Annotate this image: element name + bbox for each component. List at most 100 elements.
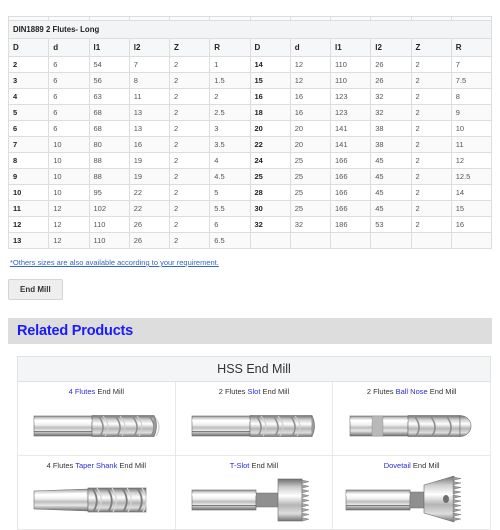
spec-cell: 6 [209,216,251,233]
dovetail-cutter-image[interactable] [335,471,488,527]
spec-cell: 5 [7,104,50,121]
four-flute-endmill-image[interactable] [20,397,173,453]
tag-end-mill-button[interactable]: End Mill [8,279,63,300]
spec-cell: 2 [410,136,452,153]
spec-cell: 8 [450,88,493,105]
spec-cell: 9 [450,104,493,121]
spec-cell: 16 [289,88,332,105]
product-label-link[interactable]: Slot [248,387,261,396]
spec-cell: 13 [128,120,171,137]
spec-cell: 6 [48,104,90,121]
product-cell[interactable]: T-Slot End Mill [174,455,334,530]
spec-cell: 3 [209,120,251,137]
spec-col-header-0: D [7,38,50,57]
spec-col-header-6: D [249,38,291,57]
spec-cell: 2 [168,120,211,137]
spec-cell: 14 [249,56,291,73]
page-root: DIN1889 2 Flutes- Long Dd l1 l2 Z R Dd l1 l2 Z R … [0,0,500,530]
spec-cell: 2 [168,136,211,153]
product-cell[interactable]: 4 Flutes Taper Shank End Mill [17,455,176,530]
product-label-link[interactable]: 4 Flutes [69,387,96,396]
spec-cell: 68 [88,104,130,121]
spec-cell: 25 [249,168,291,185]
spec-cell: 12 [48,232,90,249]
spec-cell: 9 [7,168,50,185]
related-products-table: HSS End Mill 4 Flutes End Mill 2 Flutes S… [17,356,491,530]
product-cell[interactable]: 2 Flutes Ball Nose End Mill [332,381,491,456]
product-label[interactable]: 4 Flutes End Mill [20,386,173,397]
product-cell[interactable]: 2 Flutes Slot End Mill [174,381,334,456]
product-cell[interactable]: Dovetail End Mill [332,455,491,530]
spec-cell: 2 [410,72,452,89]
spec-cell: 13 [7,232,50,249]
taper-shank-endmill-image[interactable] [20,471,173,527]
product-cell[interactable]: 4 Flutes End Mill [17,381,176,456]
product-label-link[interactable]: T-Slot [230,461,250,470]
product-row-2: 4 Flutes Taper Shank End Mill T-Slot End … [17,455,491,530]
spec-cell: 53 [370,216,412,233]
spec-cell: 166 [329,184,372,201]
spec-cell: 3.5 [209,136,251,153]
spec-cell: 2 [168,184,211,201]
product-label[interactable]: T-Slot End Mill [178,460,331,471]
spec-cell: 141 [329,136,372,153]
spec-cell: 45 [370,184,412,201]
spec-table-row: 3 6 56 8 2 1.5 15 12 110 26 2 7.5 [7,72,493,89]
product-label-link[interactable]: Taper Shank [75,461,117,470]
spec-cell: 2 [410,200,452,217]
spec-table-body: DIN1889 2 Flutes- Long Dd l1 l2 Z R Dd l1 l2 Z R … [7,16,493,249]
product-label[interactable]: 4 Flutes Taper Shank End Mill [20,460,173,471]
spec-cell: 4.5 [209,168,251,185]
spec-cell: 88 [88,152,130,169]
spec-cell: 26 [128,216,171,233]
spec-cell: 15 [249,72,291,89]
spec-cell: 110 [329,72,372,89]
product-label[interactable]: 2 Flutes Ball Nose End Mill [335,386,488,397]
two-flute-slot-endmill-image[interactable] [178,397,331,453]
product-label[interactable]: 2 Flutes Slot End Mill [178,386,331,397]
product-label-link[interactable]: Dovetail [384,461,411,470]
spec-cell: 15 [450,200,493,217]
spec-cell: 22 [128,200,171,217]
spec-cell: 10 [48,152,90,169]
spec-cell: 38 [370,136,412,153]
spec-cell: 2 [7,56,50,73]
spec-cell: 68 [88,120,130,137]
spec-cell: 2 [410,152,452,169]
spec-col-header-2: l1 [88,38,130,57]
spec-cell: 6 [48,120,90,137]
product-label[interactable]: Dovetail End Mill [335,460,488,471]
spec-cell: 19 [128,168,171,185]
spec-cell: 25 [289,184,332,201]
spec-cell [329,232,372,249]
spec-cell: 6 [48,88,90,105]
t-slot-cutter-image[interactable] [178,471,331,527]
tag-bar: End Mill [8,279,492,300]
spec-cell: 10 [450,120,493,137]
spec-cell: 63 [88,88,130,105]
spec-cell: 26 [370,72,412,89]
spec-cell: 166 [329,152,372,169]
product-label-suffix: End Mill [249,461,279,470]
spec-col-header-1: d [48,38,90,57]
spec-cell: 2 [168,72,211,89]
spec-col-header-5: R [209,38,251,57]
spec-cell: 5.5 [209,200,251,217]
spec-table-row: 5 6 68 13 2 2.5 18 16 123 32 2 9 [7,104,493,121]
spec-cell: 20 [289,136,332,153]
product-label-link[interactable]: Ball Nose [396,387,428,396]
spec-table-row: 11 12 102 22 2 5.5 30 25 166 45 2 15 [7,200,493,217]
spec-cell: 10 [48,168,90,185]
spec-cell: 166 [329,200,372,217]
hss-end-mill-section-title: HSS End Mill [17,356,491,382]
availability-note[interactable]: *Others sizes are also available accordi… [10,258,219,267]
spec-cell: 26 [128,232,171,249]
ball-nose-endmill-image[interactable] [335,397,488,453]
product-label-prefix: 2 Flutes [366,387,396,396]
product-label-suffix: End Mill [95,387,125,396]
spec-cell: 18 [249,104,291,121]
spec-table-row: 10 10 95 22 2 5 28 25 166 45 2 14 [7,184,493,201]
spec-cell: 2 [410,56,452,73]
spec-cell: 12 [48,200,90,217]
related-section-title-row: HSS End Mill [17,356,491,382]
